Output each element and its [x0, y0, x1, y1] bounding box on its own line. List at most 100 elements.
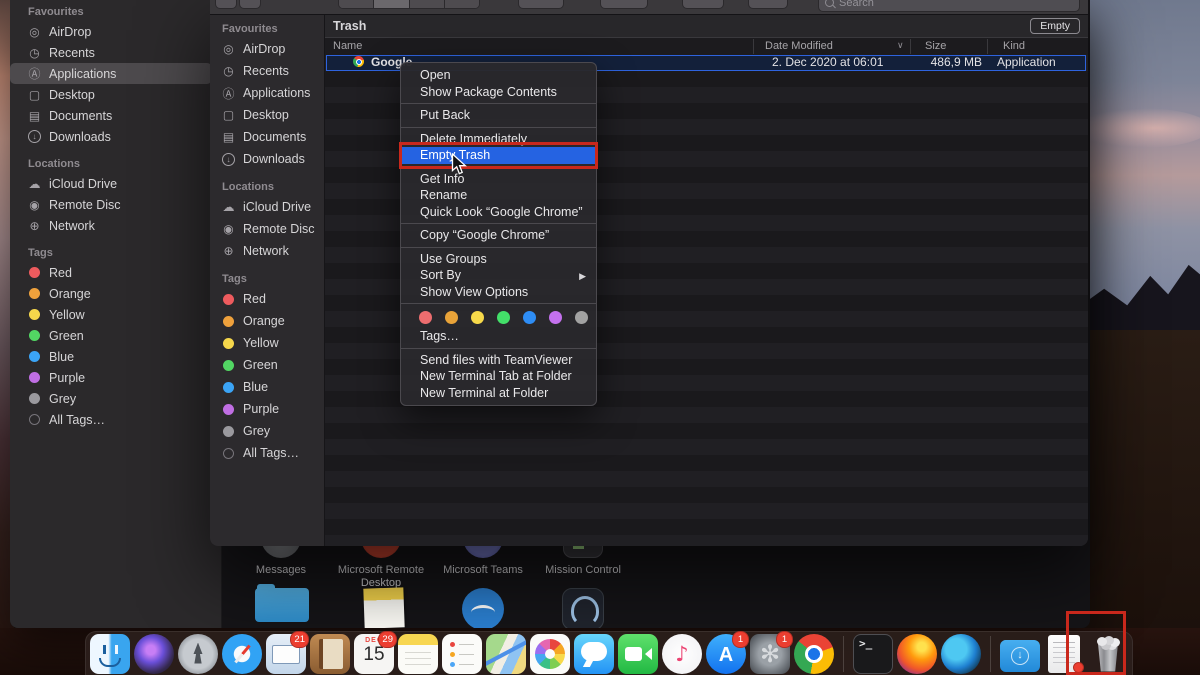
menu-item-empty-trash[interactable]: Empty Trash	[401, 147, 596, 164]
list-view-icon[interactable]	[374, 0, 409, 8]
sidebar-item-orange[interactable]: Orange	[10, 283, 212, 304]
gallery-view-icon[interactable]	[445, 0, 479, 8]
sidebar-item-remote-disc[interactable]: ◉Remote Disc	[210, 218, 319, 240]
dock-item-siri[interactable]	[134, 634, 174, 674]
dock-item-contacts[interactable]	[310, 634, 350, 674]
tag-color-dot[interactable]	[575, 311, 588, 324]
sidebar-item-airdrop[interactable]: ◎AirDrop	[210, 38, 319, 60]
menu-item-rename[interactable]: Rename	[401, 187, 596, 204]
menu-item-new-terminal-at-folder[interactable]: New Terminal at Folder	[401, 385, 596, 402]
sidebar-item-all-tags[interactable]: All Tags…	[10, 409, 212, 430]
dock-item-app-store[interactable]: 1	[706, 634, 746, 674]
action-button[interactable]	[600, 0, 648, 9]
sidebar-item-grey[interactable]: Grey	[10, 388, 212, 409]
menu-item-copy-google-chrome[interactable]: Copy “Google Chrome”	[401, 227, 596, 244]
menu-item-get-info[interactable]: Get Info	[401, 171, 596, 188]
menu-item-put-back[interactable]: Put Back	[401, 107, 596, 124]
dock-item-itunes[interactable]	[662, 634, 702, 674]
column-view-icon[interactable]	[410, 0, 445, 8]
stickies-icon[interactable]	[363, 587, 404, 628]
menu-item-sort-by[interactable]: Sort By▶	[401, 267, 596, 284]
dock-item-launchpad[interactable]	[178, 634, 218, 674]
column-divider[interactable]	[987, 39, 988, 54]
sidebar-item-red[interactable]: Red	[10, 262, 212, 283]
dock-item-maps[interactable]	[486, 634, 526, 674]
dock-item-documents-stack[interactable]	[1044, 634, 1084, 674]
column-divider[interactable]	[753, 39, 754, 54]
search-input[interactable]: Search	[818, 0, 1080, 12]
tag-color-dot[interactable]	[523, 311, 536, 324]
dock-item-firefox[interactable]	[897, 634, 937, 674]
sidebar-item-blue[interactable]: Blue	[210, 376, 319, 398]
dock-item-photos[interactable]	[530, 634, 570, 674]
sidebar-item-green[interactable]: Green	[10, 325, 212, 346]
folder-icon[interactable]	[255, 588, 309, 622]
dock-item-calendar[interactable]: DEC1529	[354, 634, 394, 674]
share-button[interactable]	[682, 0, 724, 9]
tag-color-dot[interactable]	[471, 311, 484, 324]
sidebar-item-applications[interactable]: ⒶApplications	[10, 63, 212, 84]
dock-item-finder[interactable]	[90, 634, 130, 674]
dock-item-mail[interactable]: 21	[266, 634, 306, 674]
menu-item-open[interactable]: Open	[401, 67, 596, 84]
icon-view-icon[interactable]	[339, 0, 374, 8]
sidebar-item-desktop[interactable]: ▢Desktop	[10, 84, 212, 105]
dock-item-trash[interactable]	[1088, 634, 1128, 674]
menu-item-delete-immediately[interactable]: Delete Immediately	[401, 131, 596, 148]
dock-item-system-preferences[interactable]: 1	[750, 634, 790, 674]
forward-button[interactable]: ›	[239, 0, 261, 9]
sidebar-item-icloud-drive[interactable]: ☁iCloud Drive	[210, 196, 319, 218]
sidebar-item-grey[interactable]: Grey	[210, 420, 319, 442]
tag-color-dot[interactable]	[549, 311, 562, 324]
sidebar-item-yellow[interactable]: Yellow	[210, 332, 319, 354]
dock-item-terminal[interactable]	[853, 634, 893, 674]
sidebar-item-all-tags[interactable]: All Tags…	[210, 442, 319, 464]
sidebar-item-downloads[interactable]: ↓Downloads	[210, 148, 319, 170]
sidebar-item-applications[interactable]: ⒶApplications	[210, 82, 319, 104]
tag-color-dot[interactable]	[497, 311, 510, 324]
menu-item-tags[interactable]: Tags…	[401, 328, 596, 345]
sidebar-item-green[interactable]: Green	[210, 354, 319, 376]
sidebar-item-recents[interactable]: ◷Recents	[10, 42, 212, 63]
empty-trash-button[interactable]: Empty	[1030, 18, 1080, 34]
sidebar-item-purple[interactable]: Purple	[10, 367, 212, 388]
menu-item-new-terminal-tab-at-folder[interactable]: New Terminal Tab at Folder	[401, 368, 596, 385]
menu-item-use-groups[interactable]: Use Groups	[401, 251, 596, 268]
dock-item-safari[interactable]	[222, 634, 262, 674]
openoffice-icon[interactable]	[462, 588, 504, 628]
dock-item-reminders[interactable]	[442, 634, 482, 674]
back-button[interactable]: ‹	[215, 0, 237, 9]
sidebar-item-documents[interactable]: ▤Documents	[10, 105, 212, 126]
sidebar-item-yellow[interactable]: Yellow	[10, 304, 212, 325]
sidebar-item-network[interactable]: ⊕Network	[10, 215, 212, 236]
column-date-modified[interactable]: Date Modified	[765, 40, 833, 52]
column-size[interactable]: Size	[925, 40, 946, 52]
dock-item-chrome[interactable]	[794, 634, 834, 674]
menu-item-quick-look-google-chrome[interactable]: Quick Look “Google Chrome”	[401, 204, 596, 221]
sidebar-item-network[interactable]: ⊕Network	[210, 240, 319, 262]
menu-item-show-package-contents[interactable]: Show Package Contents	[401, 84, 596, 101]
dock-item-edge[interactable]	[941, 634, 981, 674]
view-mode-segmented-control[interactable]	[338, 0, 480, 9]
column-divider[interactable]	[910, 39, 911, 54]
tag-color-dot[interactable]	[419, 311, 432, 324]
dock-item-downloads-folder[interactable]	[1000, 634, 1040, 674]
column-kind[interactable]: Kind	[1003, 40, 1025, 52]
postgresql-icon[interactable]	[562, 588, 604, 628]
tags-button[interactable]	[748, 0, 788, 9]
dock-item-messages[interactable]	[574, 634, 614, 674]
sidebar-item-purple[interactable]: Purple	[210, 398, 319, 420]
sidebar-item-orange[interactable]: Orange	[210, 310, 319, 332]
sidebar-item-blue[interactable]: Blue	[10, 346, 212, 367]
menu-item-send-files-with-teamviewer[interactable]: Send files with TeamViewer	[401, 352, 596, 369]
sidebar-item-documents[interactable]: ▤Documents	[210, 126, 319, 148]
sidebar-item-downloads[interactable]: ↓Downloads	[10, 126, 212, 147]
sidebar-item-recents[interactable]: ◷Recents	[210, 60, 319, 82]
group-button[interactable]	[518, 0, 564, 9]
menu-item-show-view-options[interactable]: Show View Options	[401, 284, 596, 301]
sidebar-item-airdrop[interactable]: ◎AirDrop	[10, 21, 212, 42]
dock-item-notes[interactable]	[398, 634, 438, 674]
sidebar-item-desktop[interactable]: ▢Desktop	[210, 104, 319, 126]
column-name[interactable]: Name	[333, 40, 362, 52]
dock-item-facetime[interactable]	[618, 634, 658, 674]
